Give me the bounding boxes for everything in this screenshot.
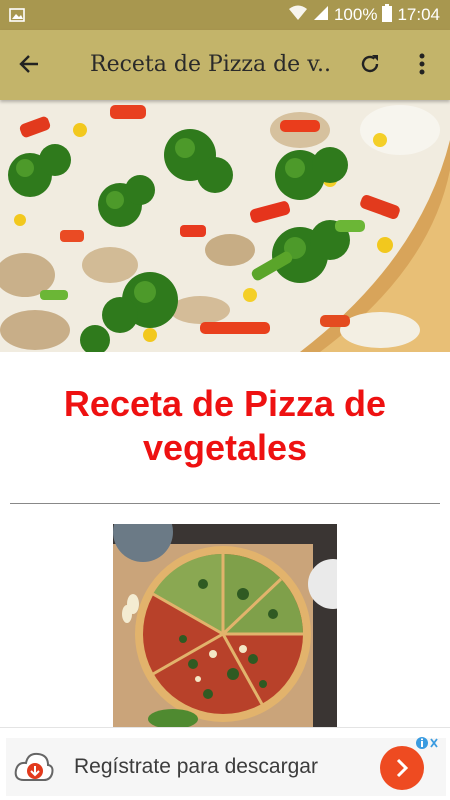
hero-image-vegetable-pizza [0,100,450,352]
more-options-button[interactable] [410,51,434,81]
battery-icon [382,3,393,27]
ad-open-button[interactable] [380,746,424,790]
cloud-download-icon [14,750,54,789]
wifi-icon [288,5,308,26]
ad-card[interactable]: Regístrate para descargar [6,736,446,796]
app-bar: Receta de Pizza de v... [0,30,450,100]
ad-text[interactable]: Regístrate para descargar [74,755,318,779]
refresh-icon [358,52,382,81]
ad-info-icons[interactable] [416,736,440,750]
battery-percentage: 100% [333,5,378,24]
back-button[interactable] [14,51,44,81]
divider [10,503,440,504]
page-title: Receta de Pizza de v... [90,52,330,77]
more-vertical-icon [419,53,425,80]
refresh-button[interactable] [355,51,385,81]
content-area: Receta de Pizza de vegetales [0,352,450,727]
arrow-back-icon [18,53,40,80]
gallery-notification-icon [9,8,25,27]
ad-banner[interactable]: Regístrate para descargar [0,727,450,800]
signal-icon [313,5,329,26]
recipe-title: Receta de Pizza de vegetales [63,383,387,468]
clock: 17:04 [397,5,440,24]
status-bar: 100% 17:04 [0,0,450,30]
recipe-photo-pizza [113,524,337,727]
